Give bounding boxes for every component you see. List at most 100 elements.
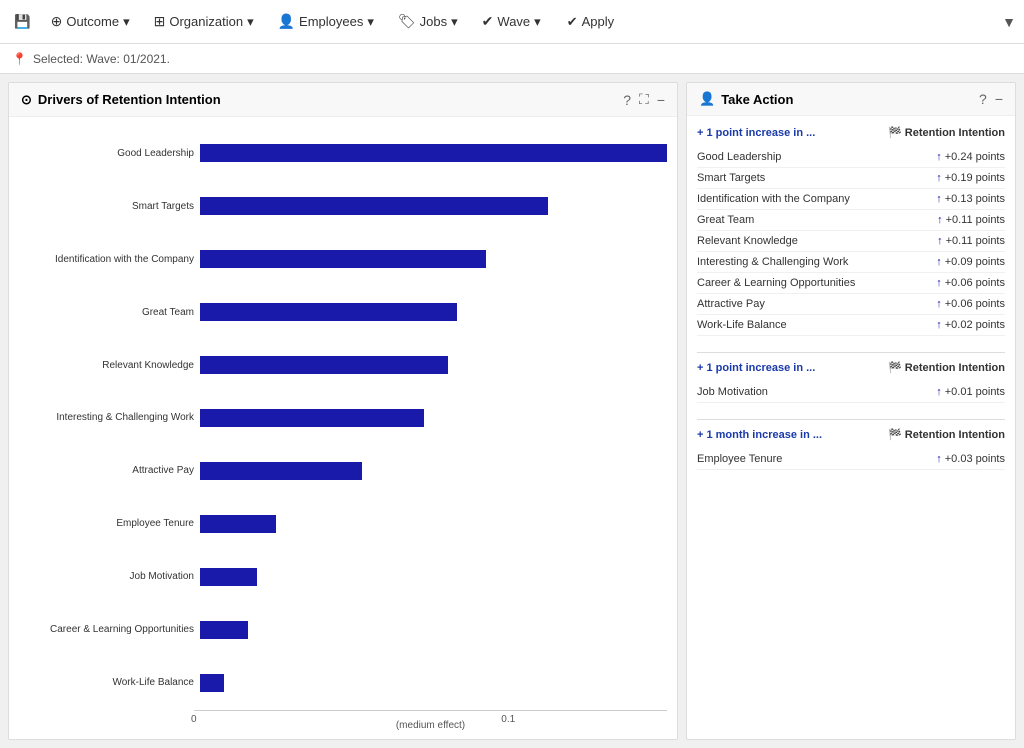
- up-arrow-icon: ↑: [937, 235, 943, 247]
- action-row-value: ↑+0.01 points: [936, 386, 1005, 398]
- action-row-value: ↑+0.03 points: [936, 453, 1005, 465]
- wave-chevron: ▾: [534, 14, 541, 30]
- action-row-points: +0.13 points: [945, 193, 1005, 205]
- action-row: Work-Life Balance ↑+0.02 points: [697, 315, 1005, 336]
- up-arrow-icon: ↑: [936, 319, 942, 331]
- action-row-label: Work-Life Balance: [697, 319, 787, 331]
- bar-container: [200, 462, 667, 480]
- bar: [200, 568, 257, 586]
- right-panel-minimize-button[interactable]: −: [995, 91, 1003, 107]
- up-arrow-icon: ↑: [936, 256, 942, 268]
- bar-container: [200, 303, 667, 321]
- up-arrow-icon: ↑: [936, 386, 942, 398]
- bar-row: Great Team: [19, 298, 667, 326]
- nav-outcome[interactable]: ⊕ Outcome ▾: [41, 7, 140, 36]
- action-section-3-header: + 1 month increase in ... 🏁 Retention In…: [697, 428, 1005, 441]
- bar-row: Relevant Knowledge: [19, 351, 667, 379]
- bar-container: [200, 409, 667, 427]
- action-row-value: ↑+0.19 points: [936, 172, 1005, 184]
- right-panel: 👤 Take Action ? − + 1 point increase in …: [686, 82, 1016, 740]
- action-row-value: ↑+0.24 points: [936, 151, 1005, 163]
- top-nav: 💾 ⊕ Outcome ▾ ⊞ Organization ▾ 👤 Employe…: [0, 0, 1024, 44]
- bar: [200, 621, 248, 639]
- employees-chevron: ▾: [367, 14, 374, 30]
- nav-wave[interactable]: ✔ Wave ▾: [472, 7, 551, 36]
- nav-wave-label: Wave: [497, 14, 530, 29]
- right-panel-controls: ? −: [979, 91, 1003, 107]
- bar: [200, 250, 486, 268]
- action-section-2-header-left: + 1 point increase in ...: [697, 362, 815, 374]
- action-row: Good Leadership ↑+0.24 points: [697, 147, 1005, 168]
- left-panel-minimize-button[interactable]: −: [657, 92, 665, 108]
- take-action-content: + 1 point increase in ... 🏁 Retention In…: [687, 116, 1015, 739]
- up-arrow-icon: ↑: [936, 277, 942, 289]
- up-arrow-icon: ↑: [936, 151, 942, 163]
- action-row-label: Job Motivation: [697, 386, 768, 398]
- action-section-2: + 1 point increase in ... 🏁 Retention In…: [697, 361, 1005, 403]
- bar-label: Career & Learning Opportunities: [19, 624, 194, 635]
- action-row-label: Employee Tenure: [697, 453, 782, 465]
- bar: [200, 144, 667, 162]
- bar-container: [200, 250, 667, 268]
- action-row-points: +0.24 points: [945, 151, 1005, 163]
- up-arrow-icon: ↑: [936, 193, 942, 205]
- nav-organization[interactable]: ⊞ Organization ▾: [144, 7, 264, 36]
- organization-chevron: ▾: [247, 14, 254, 30]
- take-action-icon: 👤: [699, 91, 715, 107]
- main-content: ⊙ Drivers of Retention Intention ? ⛶ − G…: [0, 74, 1024, 748]
- up-arrow-icon: ↑: [937, 214, 943, 226]
- action-row-points: +0.02 points: [945, 319, 1005, 331]
- action-row-value: ↑+0.06 points: [936, 277, 1005, 289]
- bar-row: Career & Learning Opportunities: [19, 616, 667, 644]
- action-row-value: ↑+0.06 points: [936, 298, 1005, 310]
- bar: [200, 356, 448, 374]
- action-row-points: +0.06 points: [945, 298, 1005, 310]
- bar-container: [200, 197, 667, 215]
- action-row-label: Good Leadership: [697, 151, 781, 163]
- bar-label: Interesting & Challenging Work: [19, 412, 194, 423]
- left-panel-help-button[interactable]: ?: [623, 92, 631, 108]
- action-row-points: +0.09 points: [945, 256, 1005, 268]
- action-row: Job Motivation ↑+0.01 points: [697, 382, 1005, 403]
- bar-row: Identification with the Company: [19, 245, 667, 273]
- up-arrow-icon: ↑: [936, 453, 942, 465]
- right-panel-title: 👤 Take Action: [699, 91, 793, 107]
- action-row-label: Attractive Pay: [697, 298, 765, 310]
- filter-icon[interactable]: ▼: [1002, 14, 1016, 30]
- action-row-points: +0.19 points: [945, 172, 1005, 184]
- bar-label: Relevant Knowledge: [19, 360, 194, 371]
- action-row-points: +0.11 points: [946, 235, 1005, 247]
- x-axis-line: [194, 710, 667, 711]
- left-panel: ⊙ Drivers of Retention Intention ? ⛶ − G…: [8, 82, 678, 740]
- nav-jobs[interactable]: 🏷 Jobs ▾: [388, 7, 468, 36]
- action-row: Smart Targets↑+0.19 points: [697, 168, 1005, 189]
- action-row-value: ↑+0.13 points: [936, 193, 1005, 205]
- action-row-label: Interesting & Challenging Work: [697, 256, 848, 268]
- employees-icon: 👤: [278, 13, 295, 30]
- right-panel-header: 👤 Take Action ? −: [687, 83, 1015, 116]
- action-row-points: +0.06 points: [945, 277, 1005, 289]
- bar: [200, 674, 224, 692]
- bar-container: [200, 515, 667, 533]
- left-panel-controls: ? ⛶ −: [623, 91, 665, 108]
- right-panel-help-button[interactable]: ?: [979, 91, 987, 107]
- save-button[interactable]: 💾: [8, 8, 37, 36]
- action-section-1-header-left: + 1 point increase in ...: [697, 127, 815, 139]
- bar-container: [200, 621, 667, 639]
- bar-label: Attractive Pay: [19, 465, 194, 476]
- left-panel-expand-button[interactable]: ⛶: [639, 91, 649, 108]
- nav-jobs-label: Jobs: [420, 14, 447, 29]
- up-arrow-icon: ↑: [936, 172, 942, 184]
- left-panel-title: ⊙ Drivers of Retention Intention: [21, 92, 221, 108]
- jobs-chevron: ▾: [451, 14, 458, 30]
- bar-label: Job Motivation: [19, 571, 194, 582]
- nav-employees[interactable]: 👤 Employees ▾: [268, 7, 384, 36]
- bar-container: [200, 568, 667, 586]
- action-row: Identification with the Company↑+0.13 po…: [697, 189, 1005, 210]
- action-row: Attractive Pay ↑+0.06 points: [697, 294, 1005, 315]
- bar-label: Good Leadership: [19, 148, 194, 159]
- bar-row: Smart Targets: [19, 192, 667, 220]
- action-section-2-header: + 1 point increase in ... 🏁 Retention In…: [697, 361, 1005, 374]
- apply-button[interactable]: ✔ Apply: [555, 8, 626, 36]
- bar-container: [200, 356, 667, 374]
